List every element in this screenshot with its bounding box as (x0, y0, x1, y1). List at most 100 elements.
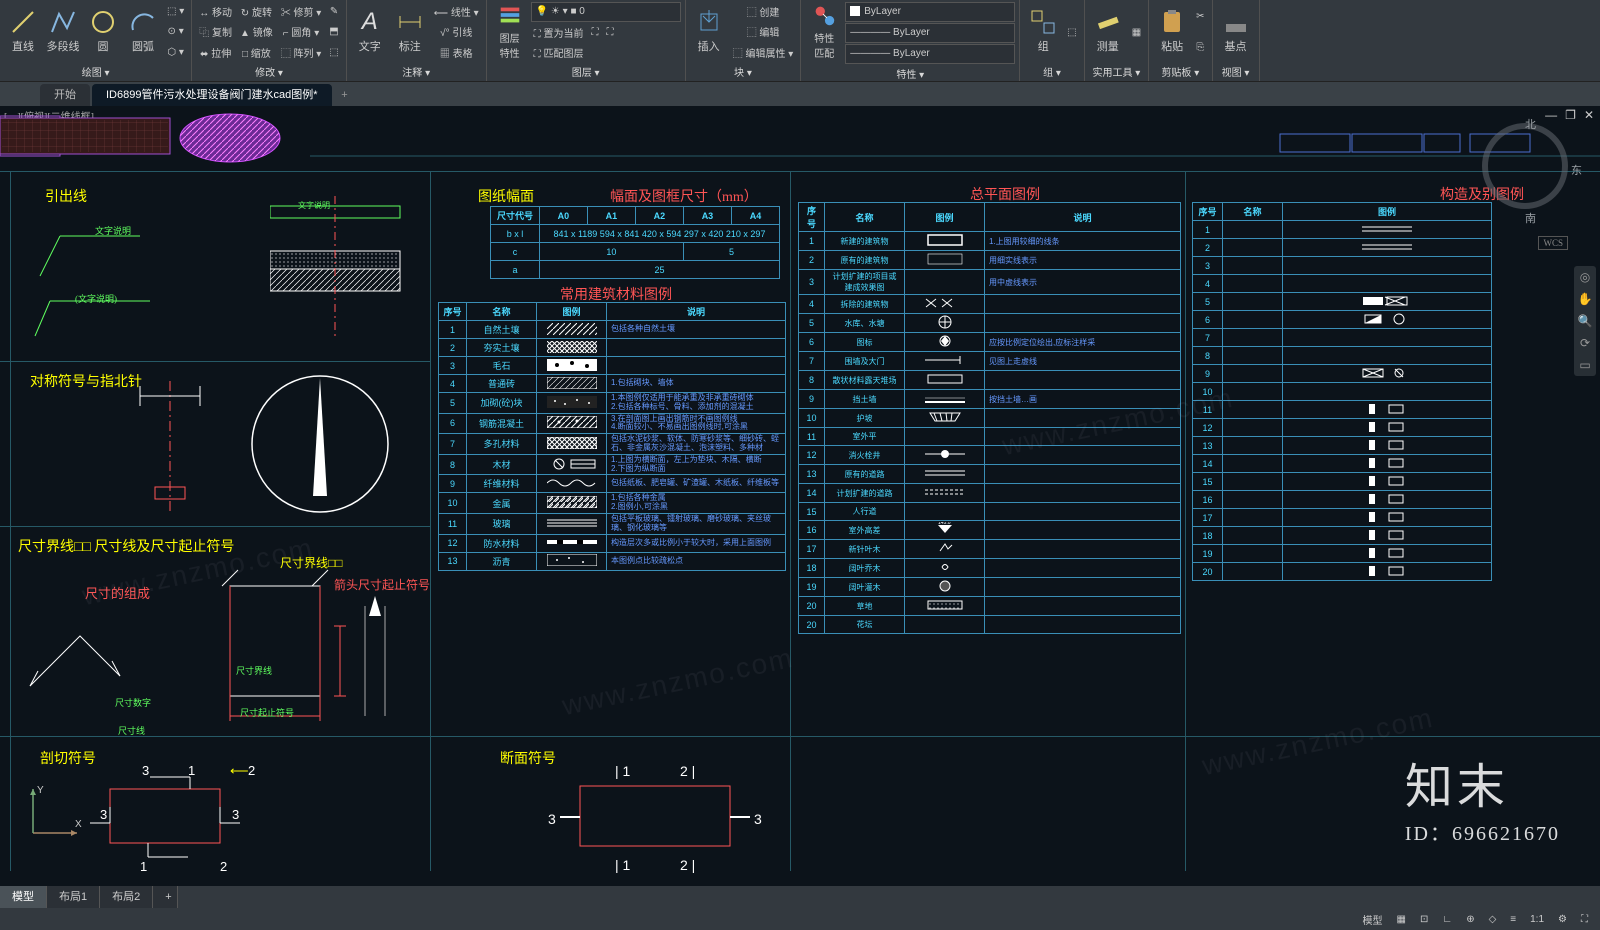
drawing-canvas[interactable]: [一][俯视][二维线框] — ❐ ✕ 引出线 文字说明 (文字说明) (0, 106, 1600, 886)
plan-row: 16室外高差145.0 (799, 521, 1181, 540)
clip-extra-1[interactable]: ✂ (1193, 8, 1207, 26)
panel-title-annotate[interactable]: 注释 ▾ (351, 62, 482, 79)
layout-add-button[interactable]: + (153, 886, 178, 908)
status-ortho-icon[interactable]: ∟ (1438, 914, 1456, 925)
plan-row: 7围墙及大门见图上走虚线 (799, 352, 1181, 371)
copy-button[interactable]: ⿻ 复制 (196, 23, 235, 41)
model-tab[interactable]: 模型 (0, 886, 47, 908)
text-button[interactable]: A文字 (351, 2, 389, 60)
panel-title-group[interactable]: 组 ▾ (1024, 62, 1079, 79)
panel-title-block[interactable]: 块 ▾ (690, 62, 797, 79)
panel-title-layers[interactable]: 图层 ▾ (491, 62, 681, 79)
ribbon-panel-block: 插入 ⬚ 创建 ⬚ 编辑 ⬚ 编辑属性 ▾ 块 ▾ (686, 0, 802, 81)
plan-row: 19阔叶灌木 (799, 578, 1181, 597)
layout1-tab[interactable]: 布局1 (47, 886, 100, 908)
layout2-tab[interactable]: 布局2 (100, 886, 153, 908)
plan-row: 4拆除的建筑物 (799, 295, 1181, 314)
block-create[interactable]: ⬚ 创建 (744, 3, 783, 21)
material-row: 1自然土壤包括各种自然土壤 (439, 321, 786, 339)
modify-extra-1[interactable]: ✎ (327, 3, 341, 21)
plan-row: 18阔叶乔木 (799, 559, 1181, 578)
dimension-button[interactable]: 标注 (391, 2, 429, 60)
insert-button[interactable]: 插入 (690, 2, 728, 60)
line-button[interactable]: 直线 (4, 2, 42, 60)
status-snap-icon[interactable]: ⊡ (1416, 914, 1432, 925)
status-max-icon[interactable]: ⛶ (1577, 914, 1592, 925)
drawing-tab[interactable]: ID6899管件污水处理设备阀门建水cad图例* (92, 84, 332, 106)
draw-extra-1[interactable]: ⬚ ▾ (164, 3, 187, 21)
status-scale[interactable]: 1:1 (1526, 914, 1548, 925)
trim-button[interactable]: ✂ 修剪 ▾ (278, 3, 325, 21)
scale-button[interactable]: □ 缩放 (239, 43, 274, 61)
draw-extra-2[interactable]: ⊙ ▾ (165, 23, 187, 41)
wcs-label[interactable]: WCS (1538, 236, 1568, 250)
status-lwt-icon[interactable]: ≡ (1506, 914, 1520, 925)
paste-button[interactable]: 粘贴 (1153, 2, 1191, 60)
color-dropdown[interactable]: ByLayer (845, 2, 1015, 22)
ribbon-panel-group: 组⬚ 组 ▾ (1020, 0, 1084, 81)
panel-title-clipboard[interactable]: 剪贴板 ▾ (1153, 62, 1207, 79)
panel-title-draw[interactable]: 绘图 ▾ (4, 62, 187, 79)
lbl-diml: 尺寸线 (118, 724, 145, 737)
status-gear-icon[interactable]: ⚙ (1554, 914, 1571, 925)
layer-dropdown[interactable]: 💡 ☀ ▾ ■ 0 (531, 2, 681, 22)
label-plan-title: 总平面图例 (970, 184, 1040, 204)
group-button[interactable]: 组 (1024, 2, 1062, 60)
panel-title-props[interactable]: 特性 ▾ (805, 64, 1015, 81)
modify-extra-2[interactable]: ⬒ (326, 23, 341, 41)
status-osnap-icon[interactable]: ◇ (1485, 914, 1501, 925)
rotate-button[interactable]: ↻ 旋转 (238, 3, 275, 21)
mirror-button[interactable]: ▲ 镜像 (237, 23, 276, 41)
draw-extra-3[interactable]: ⬡ ▾ (164, 43, 187, 61)
panel-title-utils[interactable]: 实用工具 ▾ (1089, 62, 1144, 79)
hatch-label: 文字说明 (298, 200, 330, 211)
match-props-button[interactable]: 特性 匹配 (805, 2, 843, 60)
plan-row: 6图标应按比例定位绘出,应标注样采 (799, 333, 1181, 352)
right-row: 9 (1193, 365, 1492, 383)
array-button[interactable]: ⬚ 阵列 ▾ (278, 43, 325, 61)
clip-extra-2[interactable]: ⎘ (1193, 38, 1207, 56)
linetype-dropdown[interactable]: ———— ByLayer (845, 44, 1015, 64)
utils-extra[interactable]: ▦ (1129, 23, 1144, 41)
new-tab-button[interactable]: + (334, 84, 356, 106)
polyline-button[interactable]: 多段线 (44, 2, 82, 60)
block-edit[interactable]: ⬚ 编辑 (744, 23, 783, 41)
statusbar: 模型 ▦ ⊡ ∟ ⊕ ◇ ≡ 1:1 ⚙ ⛶ (0, 908, 1600, 930)
viewcube[interactable] (1480, 121, 1570, 211)
nav-zoom-icon[interactable]: 🔍 (1574, 310, 1596, 332)
fillet-button[interactable]: ⌐ 圆角 ▾ (280, 23, 322, 41)
arc-button[interactable]: 圆弧 (124, 2, 162, 60)
nav-wheel-icon[interactable]: ◎ (1574, 266, 1596, 288)
status-grid-icon[interactable]: ▦ (1393, 914, 1410, 925)
lineweight-dropdown[interactable]: ———— ByLayer (845, 23, 1015, 43)
move-button[interactable]: ↔ 移动 (196, 3, 235, 21)
nav-show-icon[interactable]: ▭ (1574, 354, 1596, 376)
status-model[interactable]: 模型 (1359, 912, 1387, 927)
ribbon-panel-annotate: A文字 标注 ⟵ 线性 ▾ √° 引线 ▦ 表格 注释 ▾ (347, 0, 487, 81)
label-frame-sub: 幅面及图框尺寸（mm） (610, 186, 758, 206)
block-attr-edit[interactable]: ⬚ 编辑属性 ▾ (730, 43, 797, 61)
layer-extra-1[interactable]: ⛶ (588, 24, 601, 42)
match-layer-button[interactable]: ⛶ 匹配图层 (531, 44, 587, 62)
nav-pan-icon[interactable]: ✋ (1574, 288, 1596, 310)
layer-props-button[interactable]: 图层 特性 (491, 2, 529, 60)
make-current-button[interactable]: ⛶ 置为当前 (531, 24, 587, 42)
leader-button[interactable]: √° 引线 (437, 23, 475, 41)
stretch-button[interactable]: ⬌ 拉伸 (197, 43, 234, 61)
status-polar-icon[interactable]: ⊕ (1462, 914, 1478, 925)
panel-title-view[interactable]: 视图 ▾ (1217, 62, 1255, 79)
group-extra[interactable]: ⬚ (1064, 23, 1079, 41)
linear-dim-button[interactable]: ⟵ 线性 ▾ (431, 3, 482, 21)
right-row: 5 (1193, 293, 1492, 311)
table-button[interactable]: ▦ 表格 (437, 43, 476, 61)
layer-extra-2[interactable]: ⛶ (603, 24, 616, 42)
basepoint-button[interactable]: 基点 (1217, 2, 1255, 60)
start-tab[interactable]: 开始 (40, 84, 90, 106)
circle-button[interactable]: 圆 (84, 2, 122, 60)
panel-title-modify[interactable]: 修改 ▾ (196, 62, 342, 79)
plan-row: 12消火栓井 (799, 446, 1181, 465)
modify-extra-3[interactable]: ⬚ (326, 43, 341, 61)
nav-orbit-icon[interactable]: ⟳ (1574, 332, 1596, 354)
measure-button[interactable]: 测量 (1089, 2, 1127, 60)
ribbon-panel-clipboard: 粘贴✂ ⎘ 剪贴板 ▾ (1149, 0, 1212, 81)
